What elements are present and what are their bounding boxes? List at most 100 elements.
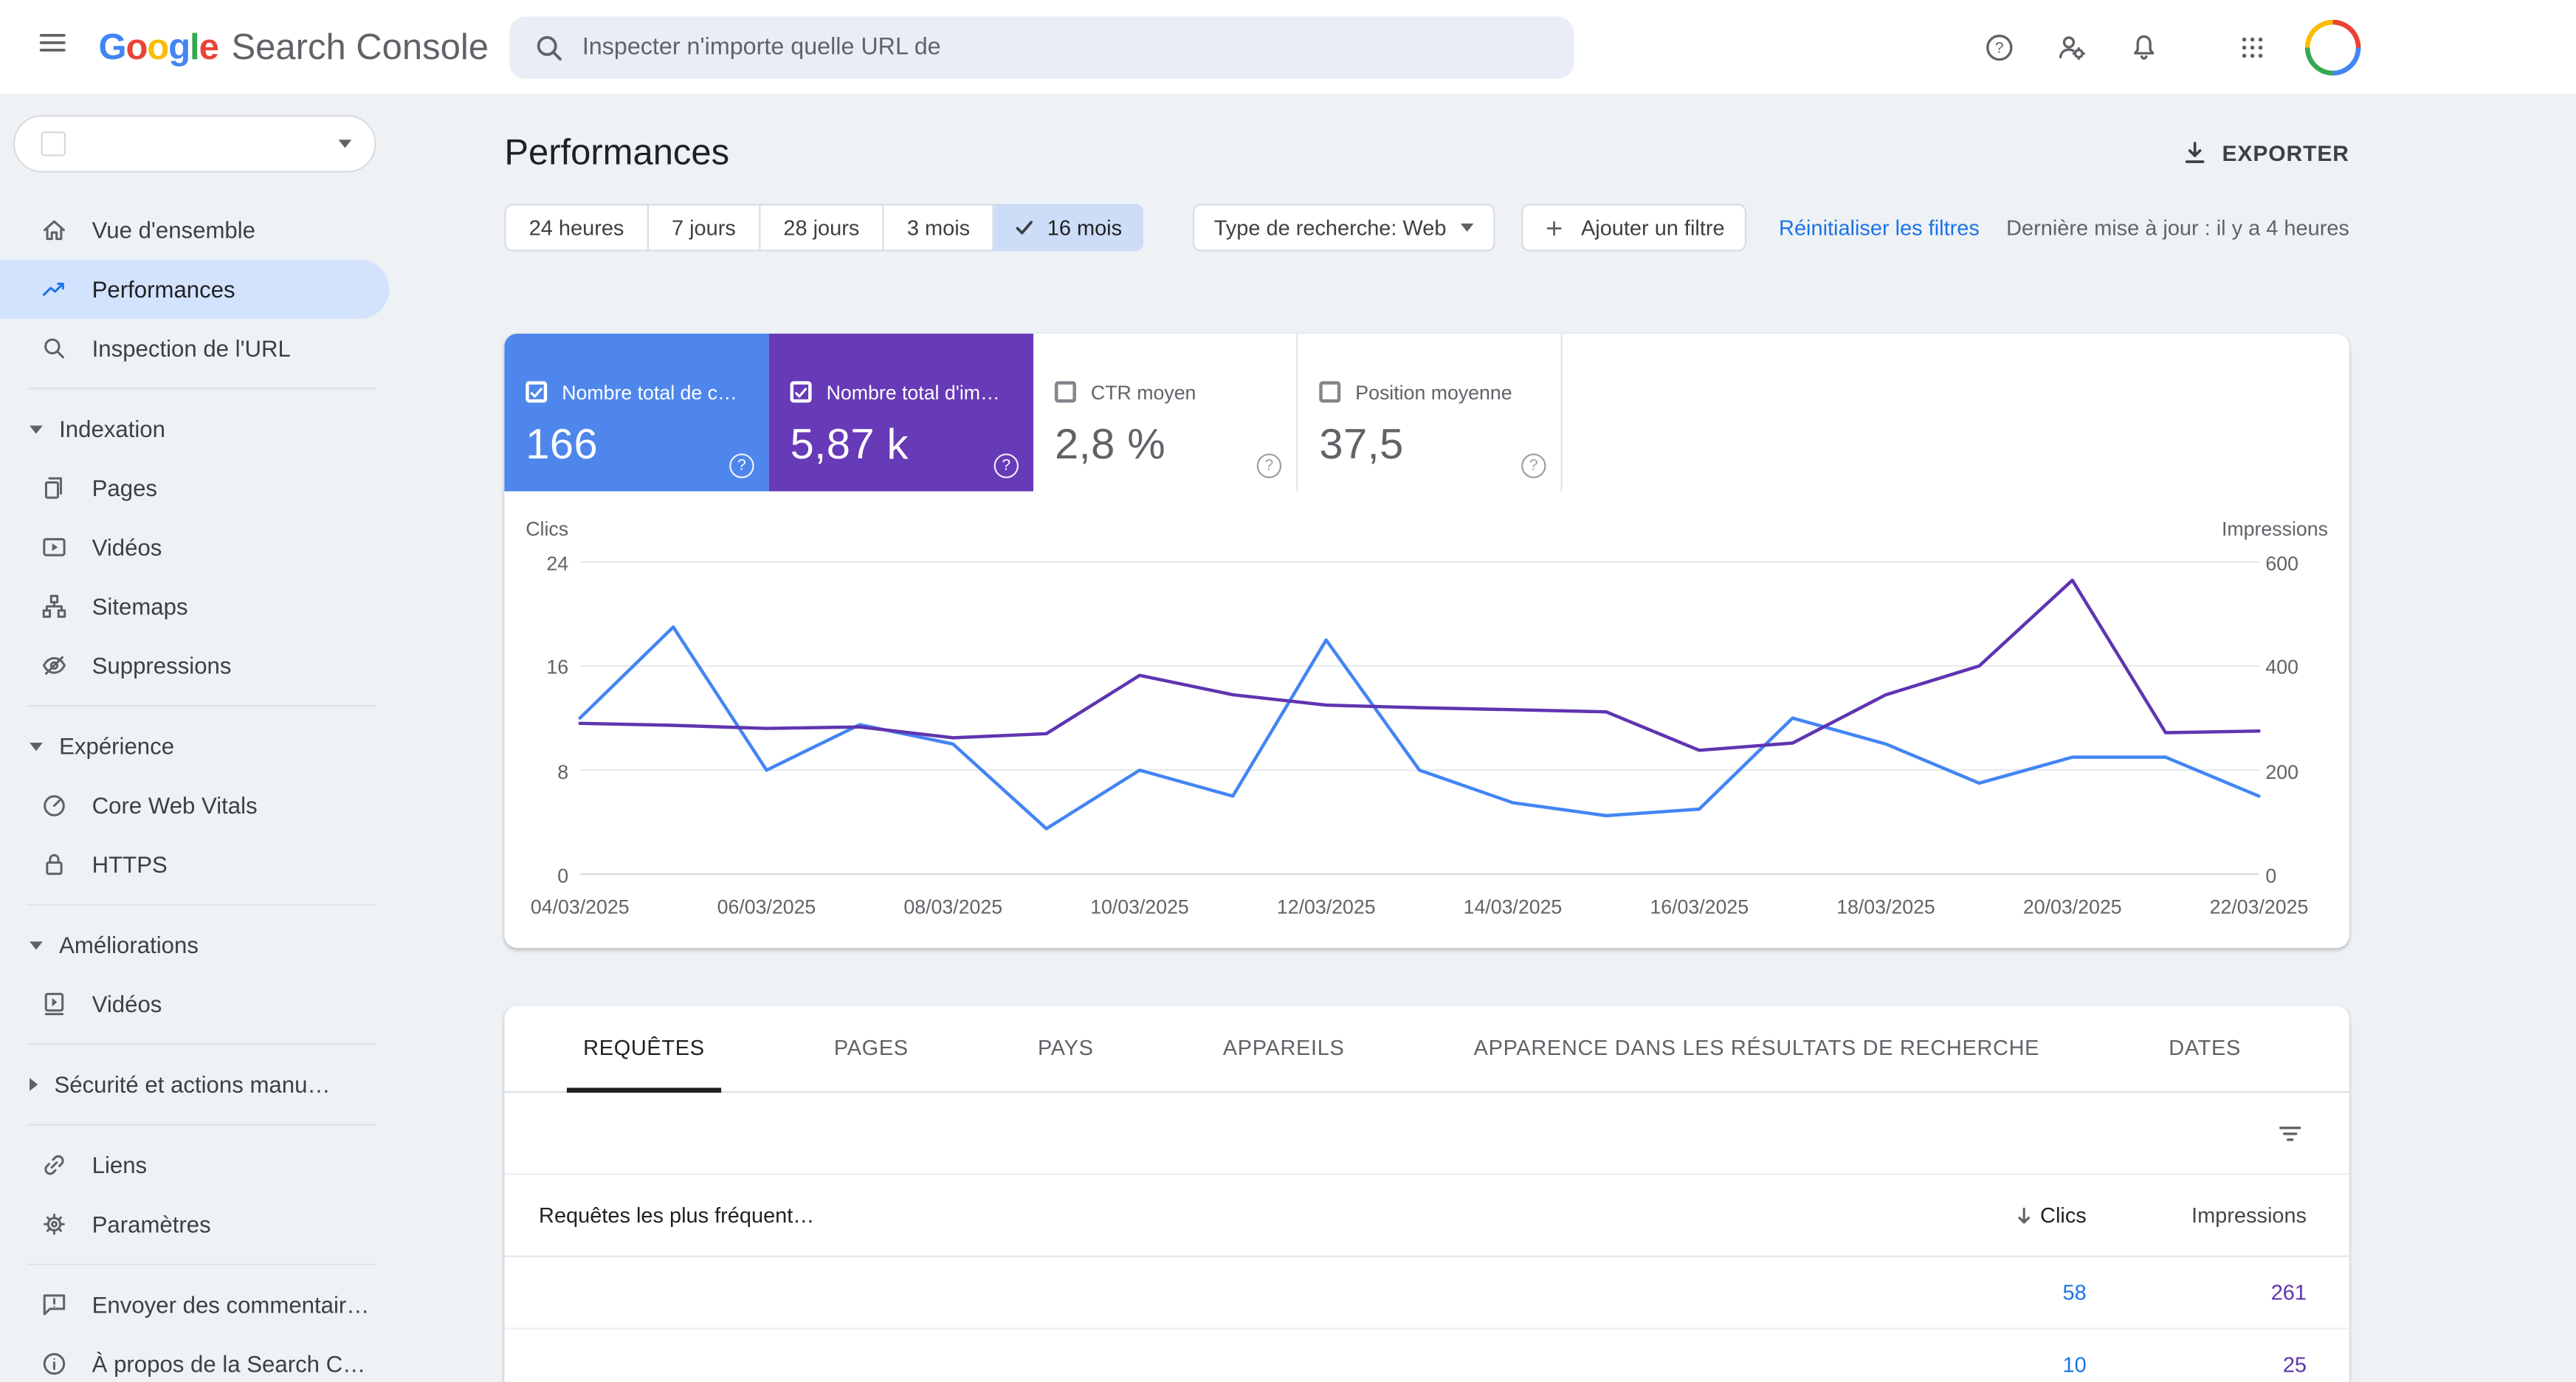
tab-pays[interactable]: PAYS	[1022, 1005, 1110, 1093]
tab-apparence[interactable]: APPARENCE DANS LES RÉSULTATS DE RECHERCH…	[1457, 1005, 2056, 1093]
apps-grid-button[interactable]	[2219, 14, 2285, 80]
account-avatar[interactable]	[2305, 19, 2361, 75]
apps-grid-icon	[2238, 32, 2267, 61]
metric-value: 37,5	[1319, 418, 1540, 469]
range-16-mois[interactable]: 16 mois	[995, 204, 1144, 252]
metric-card-average-position[interactable]: Position moyenne 37,5	[1298, 334, 1562, 492]
sidebar-section-securite[interactable]: Sécurité et actions manuelles	[0, 1055, 390, 1114]
sidebar: Vue d'ensemble Performances Inspection d…	[0, 95, 390, 1382]
reset-filters-link[interactable]: Réinitialiser les filtres	[1779, 216, 1980, 240]
table-filter-button[interactable]	[2264, 1107, 2316, 1159]
help-icon[interactable]	[1257, 453, 1281, 478]
x-axis-tick-label: 20/03/2025	[2023, 895, 2122, 918]
sidebar-nav: Vue d'ensemble Performances Inspection d…	[0, 201, 390, 1382]
x-axis-tick-label: 04/03/2025	[531, 895, 630, 918]
topbar-actions: ?	[1960, 14, 2360, 80]
range-3-mois[interactable]: 3 mois	[884, 204, 995, 252]
divider	[27, 904, 376, 905]
url-inspection-searchbar[interactable]	[510, 16, 1574, 78]
tab-appareils[interactable]: APPAREILS	[1207, 1005, 1361, 1093]
column-header-impressions[interactable]: Impressions	[2087, 1203, 2307, 1227]
tab-dates[interactable]: DATES	[2152, 1005, 2257, 1093]
table-row[interactable]: 10 25	[504, 1330, 2349, 1382]
checkbox-icon[interactable]	[526, 381, 547, 402]
search-type-label: Type de recherche: Web	[1214, 216, 1447, 240]
sidebar-item-sitemaps[interactable]: Sitemaps	[0, 577, 390, 636]
filters-bar: 24 heures 7 jours 28 jours 3 mois 16 moi…	[504, 204, 2349, 252]
help-icon[interactable]	[1521, 453, 1546, 478]
performance-card: Nombre total de c… 166 Nombre total d'im…	[504, 334, 2349, 948]
column-header-query[interactable]: Requêtes les plus fréquent…	[539, 1203, 1971, 1227]
metric-value: 166	[526, 418, 749, 469]
url-inspection-input[interactable]	[582, 34, 1552, 61]
range-28-jours[interactable]: 28 jours	[760, 204, 884, 252]
column-header-clics[interactable]: Clics	[1971, 1203, 2087, 1227]
sidebar-item-liens[interactable]: Liens	[0, 1135, 390, 1194]
sidebar-section-experience[interactable]: Expérience	[0, 716, 390, 775]
metric-card-total-clicks[interactable]: Nombre total de c… 166	[504, 334, 768, 492]
left-axis-label: Clics	[526, 518, 568, 540]
logo-letter: o	[126, 25, 148, 68]
export-button[interactable]: EXPORTER	[2180, 138, 2349, 168]
sidebar-item-core-web-vitals[interactable]: Core Web Vitals	[0, 776, 390, 835]
column-header-label: Clics	[2040, 1203, 2087, 1227]
sidebar-item-overview[interactable]: Vue d'ensemble	[0, 201, 390, 260]
help-icon[interactable]	[729, 453, 754, 478]
search-type-filter[interactable]: Type de recherche: Web	[1193, 204, 1495, 252]
range-label: 16 mois	[1047, 216, 1122, 240]
impressions-cell: 25	[2087, 1352, 2307, 1377]
x-axis-tick-label: 06/03/2025	[717, 895, 816, 918]
metric-card-average-ctr[interactable]: CTR moyen 2,8 %	[1033, 334, 1298, 492]
help-icon[interactable]	[994, 453, 1019, 478]
bell-icon	[2127, 30, 2160, 63]
metric-label: Nombre total de c…	[562, 380, 737, 403]
sidebar-item-performances[interactable]: Performances	[0, 260, 390, 319]
property-selector[interactable]	[13, 115, 376, 173]
export-label: EXPORTER	[2222, 140, 2349, 165]
help-button[interactable]: ?	[1966, 14, 2032, 80]
checkbox-icon[interactable]	[1319, 381, 1340, 402]
divider	[27, 1043, 376, 1045]
tab-requetes[interactable]: REQUÊTES	[567, 1005, 721, 1093]
add-filter-button[interactable]: Ajouter un filtre	[1522, 204, 1746, 252]
plus-icon	[1543, 216, 1566, 239]
feedback-icon	[39, 1290, 69, 1319]
sidebar-item-about[interactable]: À propos de la Search C…	[0, 1334, 390, 1382]
sidebar-item-parametres[interactable]: Paramètres	[0, 1194, 390, 1254]
app-logo[interactable]: Google Search Console	[99, 25, 489, 68]
sidebar-item-pages[interactable]: Pages	[0, 458, 390, 518]
sidebar-item-videos[interactable]: Vidéos	[0, 518, 390, 577]
sidebar-item-url-inspection[interactable]: Inspection de l'URL	[0, 319, 390, 378]
hamburger-menu-button[interactable]	[20, 14, 86, 80]
app-body: Vue d'ensemble Performances Inspection d…	[0, 95, 2576, 1382]
sidebar-item-feedback[interactable]: Envoyer des commentair…	[0, 1275, 390, 1334]
chevron-down-icon	[339, 140, 352, 148]
user-settings-button[interactable]	[2039, 14, 2104, 80]
x-axis-tick-label: 12/03/2025	[1277, 895, 1376, 918]
tab-pages[interactable]: PAGES	[818, 1005, 925, 1093]
sidebar-item-videos-amelioration[interactable]: Vidéos	[0, 974, 390, 1034]
property-favicon	[41, 131, 66, 156]
plot-area[interactable]	[580, 562, 2259, 874]
checkbox-icon[interactable]	[1055, 381, 1076, 402]
sidebar-item-https[interactable]: HTTPS	[0, 835, 390, 894]
sitemap-icon	[39, 591, 69, 621]
filter-list-icon	[2276, 1118, 2305, 1148]
notifications-button[interactable]	[2111, 14, 2177, 80]
x-axis-ticks: 04/03/202506/03/202508/03/202510/03/2025…	[580, 895, 2259, 922]
table-row[interactable]: 58 261	[504, 1257, 2349, 1330]
metric-card-total-impressions[interactable]: Nombre total d'im… 5,87 k	[769, 334, 1033, 492]
x-axis-tick-label: 16/03/2025	[1650, 895, 1749, 918]
sidebar-section-ameliorations[interactable]: Améliorations	[0, 915, 390, 974]
sidebar-item-suppressions[interactable]: Suppressions	[0, 636, 390, 695]
sidebar-section-label: Améliorations	[59, 932, 199, 958]
range-7-jours[interactable]: 7 jours	[649, 204, 760, 252]
main-content: Performances EXPORTER 24 heures 7 jours …	[390, 95, 2576, 1382]
chevron-down-icon	[1461, 224, 1475, 232]
range-24-heures[interactable]: 24 heures	[504, 204, 648, 252]
user-settings-icon	[2055, 30, 2088, 63]
left-axis-ticks: 081624	[526, 562, 568, 874]
checkbox-icon[interactable]	[791, 381, 812, 402]
sidebar-section-indexation[interactable]: Indexation	[0, 399, 390, 458]
check-icon	[1014, 217, 1036, 238]
